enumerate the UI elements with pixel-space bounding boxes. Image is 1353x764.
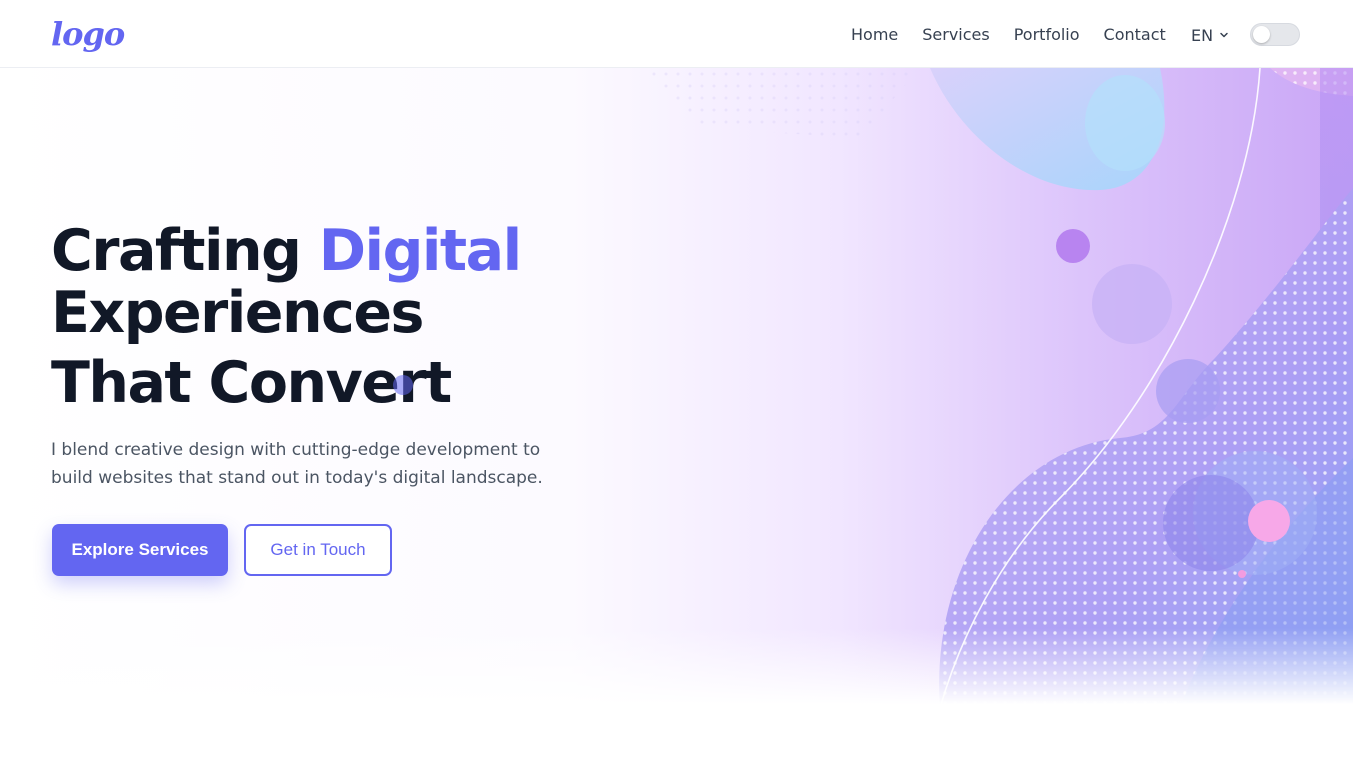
- theme-toggle[interactable]: [1250, 23, 1300, 46]
- language-label: EN: [1191, 25, 1214, 45]
- hero-bottom-fade: [0, 628, 1353, 708]
- logo[interactable]: logo: [51, 14, 125, 60]
- language-selector[interactable]: EN: [1191, 22, 1229, 48]
- hero-title: Crafting Digital Experiences That Conver…: [51, 220, 671, 414]
- nav-services[interactable]: Services: [922, 22, 989, 48]
- nav-contact[interactable]: Contact: [1104, 22, 1166, 48]
- decorative-dot: [393, 375, 413, 395]
- explore-services-button[interactable]: Explore Services: [52, 524, 228, 576]
- hero-title-line1: Crafting Digital: [51, 220, 671, 282]
- get-in-touch-button[interactable]: Get in Touch: [244, 524, 392, 576]
- hero-title-line2: Experiences: [51, 280, 424, 346]
- theme-toggle-knob: [1253, 26, 1270, 43]
- hero-title-accent: Digital: [318, 218, 522, 284]
- hero-title-part1: Crafting: [51, 218, 319, 284]
- hero-section: Crafting Digital Experiences That Conver…: [0, 68, 1353, 708]
- site-header: logo Home Services Portfolio Contact EN: [0, 0, 1353, 68]
- nav-portfolio[interactable]: Portfolio: [1014, 22, 1080, 48]
- hero-subtitle: I blend creative design with cutting-edg…: [51, 440, 543, 488]
- main-nav: Home Services Portfolio Contact: [840, 22, 1190, 48]
- chevron-down-icon: [1220, 32, 1228, 38]
- nav-home[interactable]: Home: [851, 22, 898, 48]
- hero-title-line3: That Convert: [51, 350, 452, 416]
